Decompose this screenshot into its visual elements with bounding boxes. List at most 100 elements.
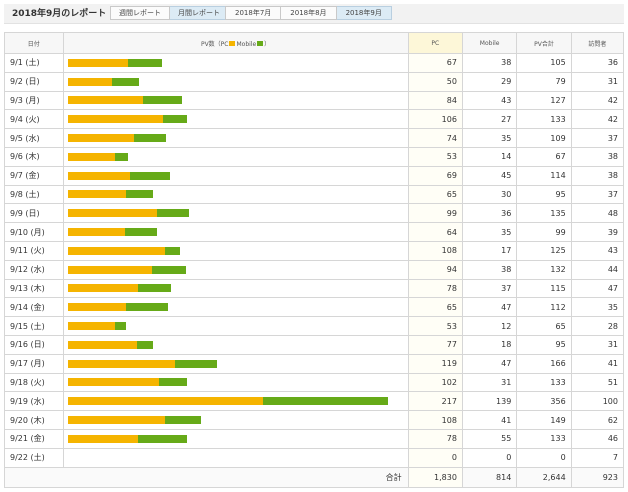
row-visitors: 42 [570, 109, 625, 130]
pv-bar [67, 359, 404, 368]
row-pv-total: 127 [516, 90, 572, 111]
row-date: 9/5 (水) [4, 128, 64, 148]
pv-bar [67, 171, 404, 180]
table-row: 9/4 (火) 106 27 133 42 [4, 109, 625, 130]
row-pv-total: 79 [516, 71, 572, 92]
row-mobile: 17 [461, 240, 518, 261]
pv-bar-pc-segment [67, 359, 175, 368]
row-mobile: 14 [461, 146, 518, 167]
row-pc: 119 [407, 353, 463, 374]
pv-bar [67, 228, 404, 237]
row-date: 9/2 (日) [4, 71, 64, 92]
row-visitors: 43 [570, 240, 625, 261]
row-pv-total: 356 [516, 391, 572, 412]
row-pc: 99 [407, 203, 463, 224]
total-label: 合計 [4, 466, 409, 488]
table-row: 9/21 (金) 78 55 133 46 [4, 428, 625, 449]
header-pv: PV数（PC Mobile ） [62, 32, 409, 54]
pv-bar [67, 265, 404, 274]
table-row: 9/8 (土) 65 30 95 37 [4, 184, 625, 205]
tab-monthly-report[interactable]: 月間レポート [170, 6, 229, 20]
row-pc: 50 [407, 71, 463, 92]
row-visitors: 42 [570, 90, 625, 111]
pv-bar-mobile-segment [152, 265, 187, 274]
row-date: 9/16 (日) [4, 334, 64, 355]
row-pv-bar-cell [62, 90, 409, 111]
row-pc: 78 [407, 278, 463, 299]
row-pv-bar-cell [62, 184, 409, 205]
table-row: 9/10 (月) 64 35 99 39 [4, 222, 625, 242]
pv-bar-pc-segment [67, 303, 126, 312]
row-pv-total: 109 [516, 128, 572, 148]
table-row: 9/20 (木) 108 41 149 62 [4, 410, 625, 430]
row-pv-total: 65 [516, 316, 572, 336]
row-pv-bar-cell [62, 353, 409, 374]
row-date: 9/1 (土) [4, 53, 64, 73]
row-visitors: 51 [570, 372, 625, 393]
row-visitors: 31 [570, 334, 625, 355]
row-pc: 84 [407, 90, 463, 111]
row-pv-total: 105 [516, 53, 572, 73]
row-pc: 65 [407, 297, 463, 318]
row-visitors: 36 [570, 53, 625, 73]
table-row: 9/14 (金) 65 47 112 35 [4, 297, 625, 318]
total-pc: 1,830 [407, 466, 463, 488]
row-pv-bar-cell [62, 259, 409, 280]
pv-bar [67, 152, 404, 161]
tab-weekly-report[interactable]: 週間レポート [110, 6, 170, 20]
pv-bar [67, 134, 404, 143]
row-visitors: 48 [570, 203, 625, 224]
row-date: 9/21 (金) [4, 428, 64, 449]
row-pc: 78 [407, 428, 463, 449]
pv-bar [67, 340, 404, 349]
table-row: 9/9 (日) 99 36 135 48 [4, 203, 625, 224]
pv-bar-pc-segment [67, 115, 163, 124]
row-pv-bar-cell [62, 447, 409, 468]
row-date: 9/15 (土) [4, 316, 64, 336]
row-pv-bar-cell [62, 410, 409, 430]
row-mobile: 35 [461, 222, 518, 242]
pv-bar [68, 454, 404, 462]
table-row: 9/17 (月) 119 47 166 41 [4, 353, 625, 374]
pv-bar-pc-segment [67, 134, 135, 143]
pv-bar-mobile-segment [112, 77, 139, 86]
pv-bar-pc-segment [67, 152, 116, 161]
row-date: 9/3 (月) [4, 90, 64, 111]
row-pv-bar-cell [62, 334, 409, 355]
row-pv-total: 133 [516, 372, 572, 393]
report-header: 2018年9月のレポート 週間レポート 月間レポート 2018年7月 2018年… [4, 4, 624, 24]
pv-bar-pc-segment [67, 322, 116, 331]
row-date: 9/12 (水) [4, 259, 64, 280]
pv-bar-mobile-segment [136, 340, 153, 349]
row-mobile: 38 [461, 259, 518, 280]
row-pv-bar-cell [62, 53, 409, 73]
pv-bar-pc-segment [67, 434, 138, 443]
legend-mobile-swatch [257, 40, 264, 46]
header-pv-mobile: Mobile [236, 40, 257, 48]
row-pv-total: 95 [516, 334, 572, 355]
row-mobile: 47 [461, 297, 518, 318]
row-visitors: 31 [570, 71, 625, 92]
row-mobile: 45 [461, 165, 518, 186]
pv-bar-mobile-segment [159, 378, 188, 387]
tab-month-august[interactable]: 2018年8月 [281, 6, 337, 20]
row-pv-total: 112 [516, 297, 572, 318]
pv-bar-pc-segment [67, 228, 126, 237]
row-date: 9/11 (火) [4, 240, 64, 261]
table-row: 9/12 (水) 94 38 132 44 [4, 259, 625, 280]
pv-bar-pc-segment [67, 265, 153, 274]
row-pc: 108 [407, 410, 463, 430]
tab-month-september[interactable]: 2018年9月 [336, 6, 392, 20]
row-visitors: 46 [570, 428, 625, 449]
pv-bar-pc-segment [67, 284, 138, 293]
row-pv-bar-cell [62, 146, 409, 167]
row-pv-bar-cell [62, 372, 409, 393]
tab-month-july[interactable]: 2018年7月 [225, 6, 282, 20]
row-pv-total: 149 [516, 410, 572, 430]
row-date: 9/18 (火) [4, 372, 64, 393]
report-type-tabs: 週間レポート 月間レポート [110, 6, 229, 20]
row-pv-total: 0 [516, 447, 572, 468]
table-row: 9/11 (火) 108 17 125 43 [4, 240, 625, 261]
pv-bar-pc-segment [67, 340, 137, 349]
table-row: 9/22 (土) 0 0 0 7 [4, 447, 625, 468]
